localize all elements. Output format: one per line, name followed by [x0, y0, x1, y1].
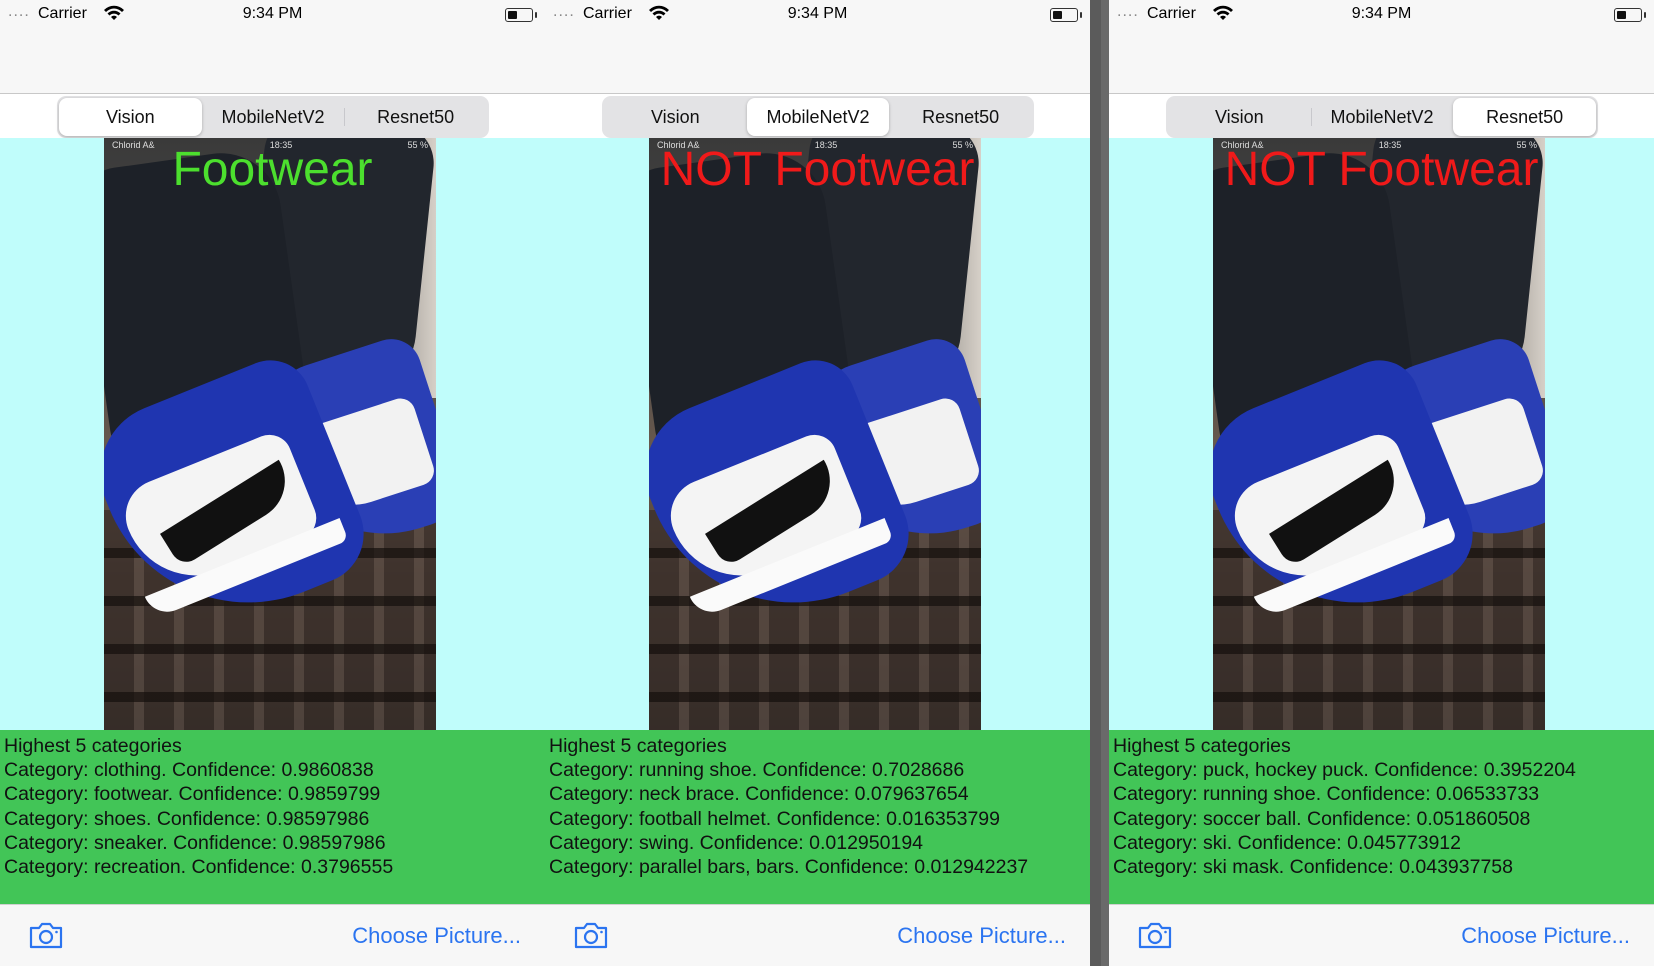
result-row: Category: running shoe. Confidence: 0.70… — [549, 759, 965, 782]
segment-bar: Vision MobileNetV2 Resnet50 — [1109, 94, 1654, 138]
battery-icon — [1050, 8, 1082, 22]
image-view-area: Chlorid A& 18:35 55 % NOT Footwear — [1109, 138, 1654, 730]
navigation-bar — [1109, 30, 1654, 94]
bottom-toolbar: Choose Picture... — [545, 904, 1090, 966]
navigation-bar — [545, 30, 1090, 94]
model-segmented-control[interactable]: Vision MobileNetV2 Resnet50 — [1166, 96, 1598, 138]
result-row: Category: footwear. Confidence: 0.985979… — [4, 783, 381, 806]
segment-bar: Vision MobileNetV2 Resnet50 — [0, 94, 545, 138]
results-header: Highest 5 categories — [1113, 735, 1291, 757]
segment-vision[interactable]: Vision — [604, 98, 747, 136]
sneaker-photo: Chlorid A& 18:35 55 % — [104, 138, 436, 730]
clock: 9:34 PM — [787, 5, 848, 22]
segment-vision[interactable]: Vision — [59, 98, 202, 136]
result-row: Category: ski. Confidence: 0.045773912 — [1113, 831, 1461, 854]
segment-mobilenetv2[interactable]: MobileNetV2 — [1310, 98, 1454, 136]
result-row: Category: clothing. Confidence: 0.986083… — [4, 759, 374, 782]
camera-icon[interactable] — [573, 921, 609, 949]
result-row: Category: ski mask. Confidence: 0.043937… — [1113, 856, 1513, 879]
status-bar: .... Carrier 9:34 PM — [0, 0, 545, 30]
choose-picture-button[interactable]: Choose Picture... — [1461, 923, 1630, 949]
screen-divider — [1101, 0, 1109, 966]
battery-icon — [505, 8, 537, 22]
model-segmented-control[interactable]: Vision MobileNetV2 Resnet50 — [57, 96, 489, 138]
results-header: Highest 5 categories — [4, 735, 182, 757]
result-row: Category: soccer ball. Confidence: 0.051… — [1113, 807, 1531, 830]
phone-screen-3: .... Carrier 9:34 PM Vision MobileNetV2 … — [1109, 0, 1654, 966]
results-panel: Highest 5 categories Category: clothing.… — [0, 730, 545, 904]
result-row: Category: parallel bars, bars. Confidenc… — [549, 856, 1029, 879]
clock: 9:34 PM — [1351, 5, 1412, 22]
results-panel: Highest 5 categories Category: running s… — [545, 730, 1090, 904]
battery-icon — [1614, 8, 1646, 22]
result-row: Category: puck, hockey puck. Confidence:… — [1113, 759, 1576, 782]
result-row: Category: recreation. Confidence: 0.3796… — [4, 856, 394, 879]
segment-vision[interactable]: Vision — [1168, 98, 1311, 136]
status-bar: .... Carrier 9:34 PM — [1109, 0, 1654, 30]
sneaker-photo: Chlorid A& 18:35 55 % — [649, 138, 981, 730]
navigation-bar — [0, 30, 545, 94]
result-row: Category: neck brace. Confidence: 0.0796… — [549, 783, 969, 806]
clock: 9:34 PM — [242, 5, 303, 22]
image-view-area: Chlorid A& 18:35 55 % NOT Footwear — [545, 138, 1090, 730]
bottom-toolbar: Choose Picture... — [1109, 904, 1654, 966]
model-segmented-control[interactable]: Vision MobileNetV2 Resnet50 — [602, 96, 1034, 138]
status-bar: .... Carrier 9:34 PM — [545, 0, 1090, 30]
verdict-label: NOT Footwear — [660, 143, 975, 196]
camera-icon[interactable] — [28, 921, 64, 949]
result-row: Category: football helmet. Confidence: 0… — [549, 807, 1000, 830]
segment-resnet50[interactable]: Resnet50 — [344, 98, 487, 136]
segment-resnet50[interactable]: Resnet50 — [889, 98, 1032, 136]
image-view-area: Chlorid A& 18:35 55 % Footwear — [0, 138, 545, 730]
result-row: Category: sneaker. Confidence: 0.9859798… — [4, 831, 386, 854]
segment-mobilenetv2[interactable]: MobileNetV2 — [746, 98, 890, 136]
verdict-label: Footwear — [172, 143, 373, 196]
result-row: Category: running shoe. Confidence: 0.06… — [1113, 783, 1540, 806]
segment-resnet50[interactable]: Resnet50 — [1453, 98, 1597, 136]
phone-screen-1: .... Carrier 9:34 PM Vision MobileNetV2 … — [0, 0, 545, 966]
verdict-label: NOT Footwear — [1224, 143, 1539, 196]
segment-bar: Vision MobileNetV2 Resnet50 — [545, 94, 1090, 138]
results-panel: Highest 5 categories Category: puck, hoc… — [1109, 730, 1654, 904]
result-row: Category: shoes. Confidence: 0.98597986 — [4, 807, 370, 830]
bottom-toolbar: Choose Picture... — [0, 904, 545, 966]
segment-mobilenetv2[interactable]: MobileNetV2 — [202, 98, 345, 136]
result-row: Category: swing. Confidence: 0.012950194 — [549, 831, 924, 854]
phone-screen-2: .... Carrier 9:34 PM Vision MobileNetV2 … — [545, 0, 1090, 966]
sneaker-photo: Chlorid A& 18:35 55 % — [1213, 138, 1545, 730]
camera-icon[interactable] — [1137, 921, 1173, 949]
choose-picture-button[interactable]: Choose Picture... — [352, 923, 521, 949]
results-header: Highest 5 categories — [549, 735, 727, 757]
choose-picture-button[interactable]: Choose Picture... — [897, 923, 1066, 949]
